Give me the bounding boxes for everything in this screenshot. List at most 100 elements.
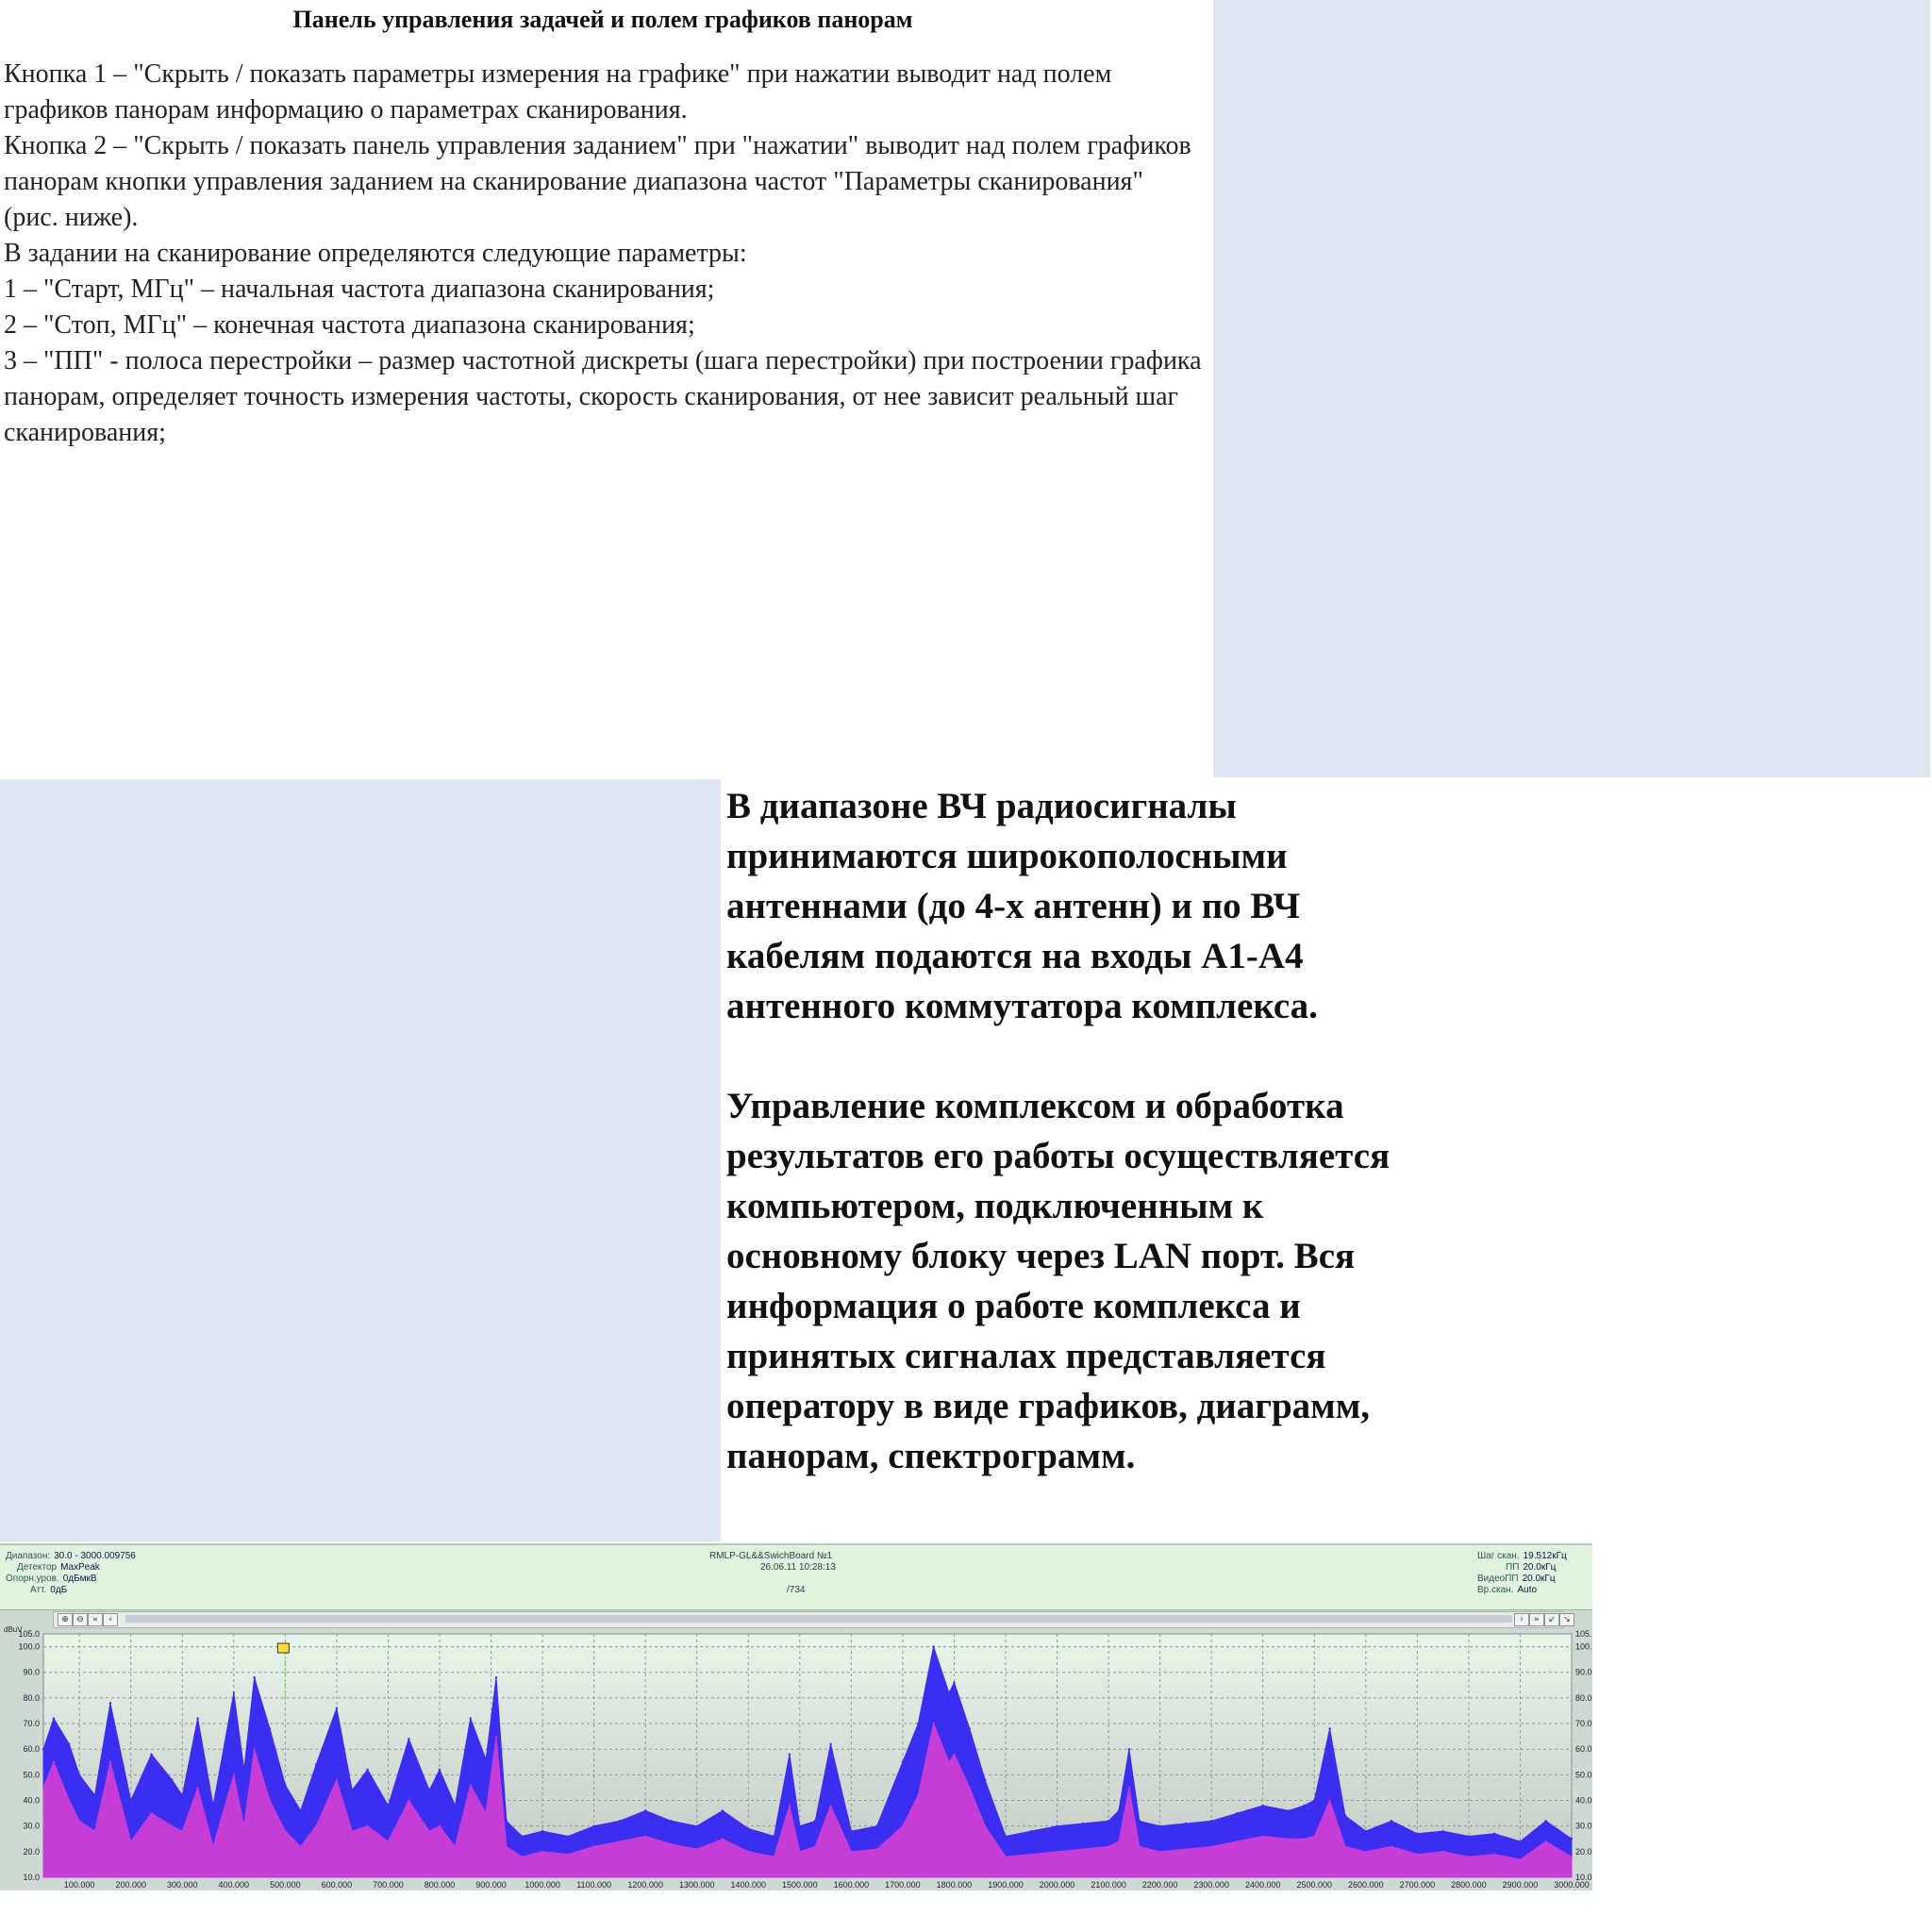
x-tick-label: 1800.000 — [937, 1880, 973, 1890]
series-avg-point — [68, 1799, 71, 1802]
series-peak-point — [1107, 1820, 1110, 1823]
scroll-end-icon[interactable]: » — [1529, 1613, 1544, 1626]
y-tick-label: 80.0 — [23, 1693, 40, 1703]
series-peak-point — [829, 1742, 832, 1745]
series-peak-point — [1236, 1811, 1239, 1815]
y-tick-label-right: 60.0 — [1575, 1744, 1592, 1754]
series-avg-point — [428, 1830, 431, 1833]
info-scan-time[interactable]: Вр.скан. Auto — [1477, 1585, 1537, 1596]
series-avg-point — [408, 1799, 410, 1802]
x-tick-label: 1300.000 — [679, 1880, 715, 1890]
top-text-block: Панель управления задачей и полем график… — [4, 0, 1202, 451]
series-avg-point — [242, 1824, 245, 1827]
paragraph-button2: Кнопка 2 – "Скрыть / показать панель упр… — [4, 131, 1191, 232]
series-peak-point — [541, 1829, 544, 1833]
series-peak-point — [788, 1753, 791, 1756]
series-peak-point — [299, 1809, 302, 1812]
series-avg-point — [695, 1848, 698, 1851]
spectrum-chart[interactable]: 100.000 200.000 300.000 400.000 500.000 600.0… — [0, 1611, 1592, 1890]
info-pp[interactable]: ПП 20.0кГц — [1506, 1562, 1556, 1574]
series-avg-point — [773, 1856, 775, 1858]
series-peak-point — [1570, 1838, 1574, 1840]
series-avg-point — [150, 1812, 153, 1815]
pan-left-icon[interactable]: ↙ — [1544, 1613, 1559, 1626]
series-peak-point — [643, 1809, 647, 1812]
series-peak-point — [1303, 1804, 1306, 1807]
series-peak-point — [1261, 1804, 1264, 1807]
series-avg-point — [1364, 1850, 1367, 1853]
x-tick-label: 2300.000 — [1193, 1880, 1229, 1890]
panorama-info-header: Диапазон: 30.0 - 3000.009756 Детектор MaxP… — [0, 1545, 1592, 1610]
series-avg-point — [108, 1760, 111, 1763]
y-tick-label-right: 40.0 — [1575, 1796, 1592, 1806]
x-tick-label: 1700.000 — [885, 1880, 921, 1890]
series-avg-point — [1138, 1845, 1141, 1848]
series-peak-point — [1328, 1727, 1331, 1730]
info-datetime: 26.06.11 10:28:13 — [760, 1562, 836, 1573]
info-video-pp[interactable]: ВидеоПП 20.0кГц — [1477, 1574, 1556, 1585]
y-tick-label: 50.0 — [23, 1770, 40, 1779]
series-avg-point — [1391, 1845, 1393, 1848]
x-tick-label: 500.000 — [270, 1880, 301, 1890]
series-avg-point — [1441, 1850, 1444, 1853]
series-avg-point — [1467, 1856, 1470, 1858]
series-peak-point — [695, 1824, 698, 1827]
x-tick-label: 1900.000 — [988, 1880, 1024, 1890]
x-tick-label: 2700.000 — [1400, 1880, 1436, 1890]
series-peak-point — [567, 1835, 570, 1838]
series-peak-point — [521, 1835, 524, 1838]
horizontal-scrollbar[interactable] — [125, 1615, 1512, 1623]
y-tick-label-right: 100. — [1575, 1642, 1592, 1652]
series-avg-point — [495, 1735, 497, 1738]
series-peak-point — [1390, 1820, 1393, 1823]
series-peak-point — [947, 1691, 951, 1694]
series-avg-point — [670, 1842, 673, 1845]
zoom-in-icon[interactable]: ⊕ — [58, 1613, 73, 1626]
paragraph-button1: Кнопка 1 – "Скрыть / показать параметры … — [4, 59, 1112, 125]
series-avg-point — [1261, 1835, 1264, 1838]
y-tick-label-right: 105. — [1575, 1629, 1592, 1639]
series-avg-point — [948, 1760, 950, 1763]
y-tick-label: 100.0 — [18, 1642, 40, 1652]
series-peak-point — [196, 1717, 199, 1720]
series-avg-point — [932, 1723, 935, 1725]
x-tick-label: 1400.000 — [730, 1880, 766, 1890]
y-tick-label: 10.0 — [23, 1873, 40, 1882]
series-avg-point — [181, 1830, 184, 1833]
info-att[interactable]: Атт. 0дБ — [30, 1585, 67, 1596]
series-avg-point — [1184, 1848, 1187, 1851]
zoom-out-icon[interactable]: ⊖ — [73, 1613, 88, 1626]
scroll-left-icon[interactable]: ‹ — [103, 1613, 118, 1626]
series-peak-point — [618, 1820, 622, 1823]
series-avg-point — [129, 1840, 132, 1842]
marker-icon[interactable] — [276, 1642, 290, 1654]
series-peak-point — [314, 1763, 318, 1766]
series-avg-point — [875, 1848, 878, 1851]
x-tick-label: 200.000 — [115, 1880, 146, 1890]
series-avg-point — [722, 1838, 724, 1840]
info-device: RMLP-GL&&SwichBoard №1 — [709, 1551, 833, 1561]
series-avg-point — [1005, 1856, 1007, 1858]
x-tick-label: 900.000 — [475, 1880, 507, 1890]
series-peak-point — [68, 1742, 71, 1745]
series-avg-point — [1303, 1838, 1306, 1840]
series-peak-point — [211, 1804, 215, 1807]
x-tick-label: 1500.000 — [782, 1880, 818, 1890]
spectrum-plot[interactable]: 100.000 200.000 300.000 400.000 500.000 600.0… — [0, 1611, 1592, 1890]
series-peak-point — [917, 1722, 920, 1725]
info-counter: /734 — [787, 1585, 806, 1595]
scroll-right-icon[interactable]: › — [1514, 1613, 1529, 1626]
series-avg-point — [253, 1748, 256, 1751]
series-avg-point — [1313, 1835, 1316, 1838]
scroll-start-icon[interactable]: « — [88, 1613, 103, 1626]
pan-right-icon[interactable]: ↘ — [1559, 1613, 1574, 1626]
x-tick-label: 400.000 — [219, 1880, 250, 1890]
x-tick-label: 300.000 — [167, 1880, 198, 1890]
section-title: Панель управления задачей и полем график… — [292, 6, 913, 33]
y-tick-label-right: 10.0 — [1575, 1873, 1592, 1882]
series-peak-point — [670, 1820, 673, 1823]
info-scan-step: Шаг скан. 19.512кГц — [1477, 1551, 1567, 1561]
series-peak-point — [1364, 1829, 1368, 1833]
series-peak-point — [366, 1768, 369, 1772]
paragraph-params-intro: В задании на сканирование определяются с… — [4, 239, 747, 268]
